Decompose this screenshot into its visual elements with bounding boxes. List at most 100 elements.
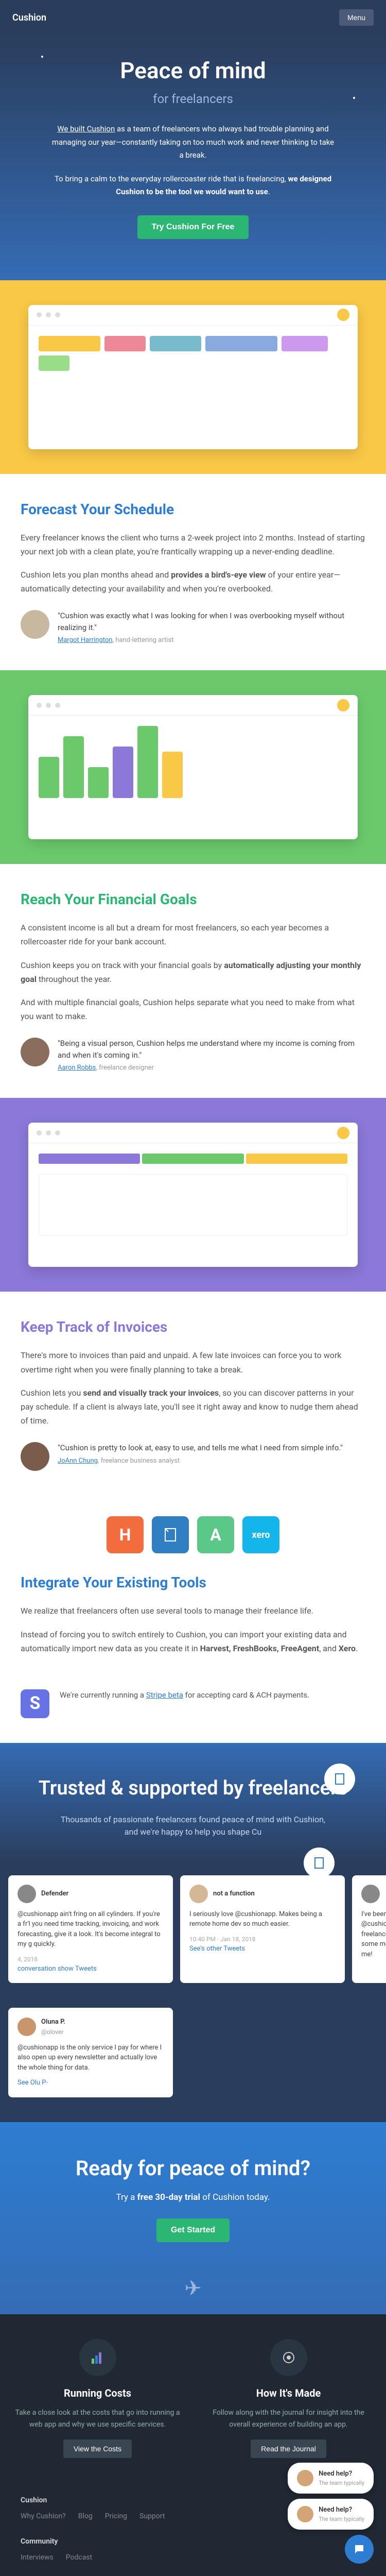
footer-link[interactable]: Support bbox=[139, 2512, 165, 2520]
avatar bbox=[21, 1442, 49, 1471]
stripe-text: We're currently running a Stripe beta fo… bbox=[60, 1689, 309, 1701]
quote-role: , freelance designer bbox=[96, 1064, 154, 1072]
chat-widget: Need help?The team typically Need help?T… bbox=[288, 2463, 374, 2564]
tweet-name: Oluna P. bbox=[41, 2017, 65, 2027]
avatar bbox=[21, 1038, 49, 1066]
quote-role: , hand-lettering artist bbox=[112, 636, 173, 644]
chat-title: Need help? bbox=[319, 2505, 364, 2515]
tweet-date: 4, 2018 bbox=[17, 1955, 164, 1964]
quote-author-link[interactable]: JoAnn Chung bbox=[58, 1457, 98, 1465]
tools-heading: Integrate Your Existing Tools bbox=[21, 1572, 365, 1594]
feature-title: How It's Made bbox=[203, 2385, 374, 2401]
feature-body: Take a close look at the costs that go i… bbox=[12, 2407, 183, 2430]
document-icon bbox=[324, 1764, 355, 1794]
section-ready: Ready for peace of mind? Try a free 30-d… bbox=[0, 2122, 386, 2315]
tweet-name: Defender bbox=[41, 1889, 68, 1899]
forecast-p1: Every freelancer knows the client who tu… bbox=[21, 531, 365, 558]
goals-p2: Cushion keeps you on track with your fin… bbox=[21, 958, 365, 986]
tweet-card[interactable]: Oluna P.@olover @cushionapp is the only … bbox=[8, 2008, 173, 2097]
tweet-handle: @olover bbox=[41, 2027, 65, 2037]
tools-p1: We realize that freelancers often use se… bbox=[21, 1604, 365, 1618]
topbar: Cushion Menu bbox=[0, 0, 386, 35]
footer-link[interactable]: Pricing bbox=[105, 2512, 127, 2520]
hero-paragraph-2: To bring a calm to the everyday rollerco… bbox=[49, 173, 337, 199]
hero-title: Peace of mind bbox=[31, 54, 355, 88]
tweet-card[interactable]: I've been using @cushionapp in my freela… bbox=[352, 1875, 386, 1984]
tweet-body: @cushionapp ain't fring on all cylinders… bbox=[17, 1909, 164, 1950]
ready-sub: Try a free 30-day trial of Cushion today… bbox=[12, 2191, 374, 2205]
avatar bbox=[361, 1885, 380, 1903]
testimonial: "Cushion is pretty to look at, easy to u… bbox=[21, 1442, 365, 1471]
get-started-button[interactable]: Get Started bbox=[156, 2218, 230, 2242]
screenshot-invoices bbox=[0, 1098, 386, 1292]
app-mockup bbox=[28, 305, 358, 449]
feature-journal: How It's Made Follow along with the jour… bbox=[203, 2339, 374, 2458]
tweet-card[interactable]: not a function I seriously love @cushion… bbox=[180, 1875, 345, 1984]
tweet-body: I've been using @cushionapp in my freela… bbox=[361, 1909, 386, 1960]
chart-icon bbox=[79, 2339, 116, 2376]
tweet-link[interactable]: See Olu P- bbox=[17, 2078, 164, 2088]
freeagent-icon: A bbox=[197, 1516, 234, 1553]
avatar bbox=[17, 2018, 36, 2036]
ready-heading: Ready for peace of mind? bbox=[12, 2153, 374, 2184]
chat-message[interactable]: Need help?The team typically bbox=[288, 2499, 374, 2530]
view-costs-button[interactable]: View the Costs bbox=[63, 2439, 132, 2458]
read-journal-button[interactable]: Read the Journal bbox=[251, 2439, 326, 2458]
footer-link[interactable]: Podcast bbox=[66, 2553, 92, 2562]
footer-link[interactable]: Why Cushion? bbox=[21, 2512, 66, 2520]
tweet-date: 10:40 PM · Jan 18, 2018 bbox=[189, 1935, 336, 1944]
app-mockup bbox=[28, 1123, 358, 1267]
section-tools: Integrate Your Existing Tools We realize… bbox=[0, 1566, 386, 1689]
avatar bbox=[21, 610, 49, 639]
tweet-link[interactable]: See's other Tweets bbox=[189, 1944, 336, 1954]
section-trusted: Trusted & supported by freelancers Thous… bbox=[0, 1743, 386, 1863]
forecast-heading: Forecast Your Schedule bbox=[21, 499, 365, 520]
document-icon bbox=[304, 1848, 335, 1878]
tools-p2: Instead of forcing you to switch entirel… bbox=[21, 1628, 365, 1655]
goals-p1: A consistent income is all but a dream f… bbox=[21, 921, 365, 948]
avatar bbox=[297, 2506, 313, 2522]
quote-author-link[interactable]: Aaron Robbs bbox=[58, 1064, 96, 1072]
invoices-p1: There's more to invoices than paid and u… bbox=[21, 1348, 365, 1376]
plane-icon: ✈ bbox=[184, 2273, 202, 2304]
avatar bbox=[17, 1885, 36, 1903]
section-forecast: Forecast Your Schedule Every freelancer … bbox=[0, 474, 386, 671]
eye-icon bbox=[270, 2339, 307, 2376]
stripe-link[interactable]: Stripe beta bbox=[146, 1690, 183, 1700]
tweet-name: not a function bbox=[213, 1889, 255, 1899]
tweet-body: I seriously love @cushionapp. Makes bein… bbox=[189, 1909, 336, 1929]
hero-link[interactable]: We built Cushion bbox=[57, 124, 115, 133]
trusted-sub: Thousands of passionate freelancers foun… bbox=[59, 1814, 327, 1838]
hero: Peace of mind for freelancers We built C… bbox=[0, 35, 386, 280]
tool-icons-row: H A xero bbox=[0, 1496, 386, 1566]
footer-link[interactable]: Interviews bbox=[21, 2553, 54, 2562]
feature-costs: Running Costs Take a close look at the c… bbox=[12, 2339, 183, 2458]
footer-link[interactable]: Blog bbox=[78, 2512, 93, 2520]
freshbooks-icon bbox=[152, 1516, 189, 1553]
forecast-p2: Cushion lets you plan months ahead and p… bbox=[21, 568, 365, 596]
footer-features: Running Costs Take a close look at the c… bbox=[0, 2314, 386, 2483]
hero-subtitle: for freelancers bbox=[31, 90, 355, 108]
quote-text: "Being a visual person, Cushion helps me… bbox=[58, 1038, 365, 1061]
menu-button[interactable]: Menu bbox=[339, 9, 374, 26]
testimonial: "Cushion was exactly what I was looking … bbox=[21, 610, 365, 646]
section-invoices: Keep Track of Invoices There's more to i… bbox=[0, 1292, 386, 1496]
chat-title: Need help? bbox=[319, 2469, 364, 2479]
chat-open-button[interactable] bbox=[345, 2535, 374, 2564]
chat-message[interactable]: Need help?The team typically bbox=[288, 2463, 374, 2494]
star-decoration bbox=[353, 97, 355, 99]
chat-sub: The team typically bbox=[319, 2479, 364, 2488]
logo[interactable]: Cushion bbox=[12, 11, 46, 25]
stripe-row: S We're currently running a Stripe beta … bbox=[0, 1689, 386, 1743]
tweets-row: Defender @cushionapp ain't fring on all … bbox=[0, 1863, 386, 2008]
invoices-heading: Keep Track of Invoices bbox=[21, 1316, 365, 1338]
tweet-card[interactable]: Defender @cushionapp ain't fring on all … bbox=[8, 1875, 173, 1984]
tweet-body: @cushionapp is the only service I pay fo… bbox=[17, 2043, 164, 2073]
tweet-link[interactable]: conversation show Tweets bbox=[17, 1964, 164, 1974]
tweets-row-2: Oluna P.@olover @cushionapp is the only … bbox=[0, 2008, 386, 2122]
try-free-button[interactable]: Try Cushion For Free bbox=[137, 215, 249, 239]
quote-author-link[interactable]: Margot Harrington bbox=[58, 636, 112, 644]
feature-title: Running Costs bbox=[12, 2385, 183, 2401]
screenshot-goals bbox=[0, 670, 386, 864]
testimonial: "Being a visual person, Cushion helps me… bbox=[21, 1038, 365, 1073]
